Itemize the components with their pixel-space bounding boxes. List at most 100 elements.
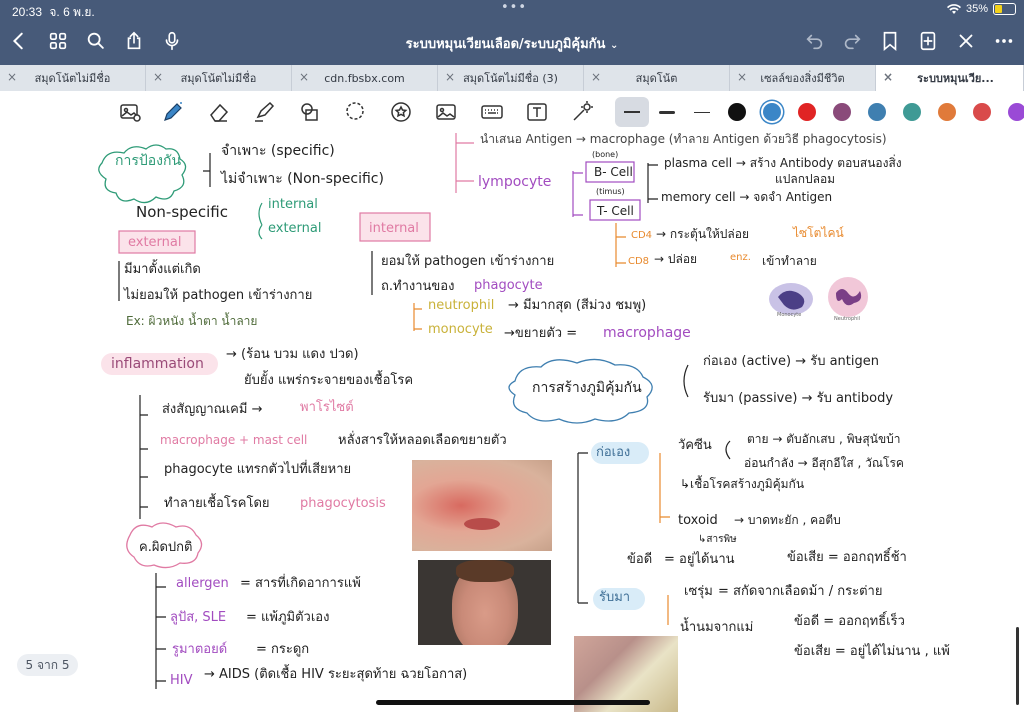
note-text: external [128,235,182,250]
note-text: allergen [176,576,229,591]
tab-close-icon[interactable]: × [737,70,747,84]
butterfly-rash-photo [418,560,551,645]
color-swatch-plum[interactable] [833,103,851,121]
tab-4[interactable]: × สมุดโน้ตไม่มีชื่อ (3) [438,65,584,91]
note-text: รูมาตอยด์ [172,642,228,657]
tab-bar: × สมุดโน้ตไม่มีชื่อ × สมุดโน้ตไม่มีชื่อ × c… [0,65,1024,91]
tab-5[interactable]: × สมุดโน้ต [584,65,730,91]
note-text: internal [268,197,318,212]
close-icon[interactable] [953,28,979,54]
pen-icon[interactable] [160,99,186,125]
note-text: ยอมให้ pathogen เข้าร่างกาย [381,254,555,269]
tab-2[interactable]: × สมุดโน้ตไม่มีชื่อ [146,65,292,91]
thick-line-button[interactable] [685,97,719,127]
image-icon[interactable] [433,99,459,125]
color-swatch-coral[interactable] [973,103,991,121]
sticker-icon[interactable] [388,99,414,125]
note-text: CD8 [628,256,650,267]
note-text: Ex: ผิวหนัง น้ำตา น้ำลาย [126,314,258,328]
medium-line-button[interactable] [650,97,684,127]
note-text: = สกัดจากเลือดม้า / กระต่าย [718,584,883,599]
more-icon[interactable] [991,28,1017,54]
battery-percent: 35% [965,3,988,15]
note-text: นำเสนอ Antigen → macrophage (ทำลาย Antig… [480,133,887,146]
note-text: monocyte [428,322,493,337]
note-text: อ่อนกำลัง → อีสุกอีใส , วัณโรค [744,456,904,470]
note-text: = อยู่ได้นาน [664,552,735,567]
keyboard-icon[interactable] [479,99,505,125]
note-text: เข้าทำลาย [762,254,817,268]
color-swatch-purple[interactable] [1008,103,1024,121]
note-canvas[interactable]: Monocyte Neutrophil การป้องกัน จำเพาะ (s… [0,133,1024,712]
note-text: รับมา [599,590,631,605]
note-text: B- Cell [594,165,633,179]
note-text: ยับยั้ง แพร่กระจายของเชื้อโรค [244,373,414,388]
document-title[interactable]: ระบบหมุนเวียนเลือด/ระบบภูมิคุ้มกัน ⌄ [0,33,1024,54]
monocyte-label: Monocyte [777,312,802,318]
top-bar: 20:33 จ. 6 พ.ย. ••• 35% ระบบหมุนเวียนเลื… [0,0,1024,65]
color-swatch-teal[interactable] [903,103,921,121]
tab-3[interactable]: × cdn.fbsbx.com [292,65,438,91]
tab-close-icon[interactable]: × [7,70,17,84]
undo-icon[interactable] [802,28,828,54]
note-text: = สารที่เกิดอาการแพ้ [240,576,361,591]
redo-icon[interactable] [839,28,865,54]
color-swatch-blue-selected[interactable] [763,103,781,121]
note-text: phagocyte แทรกตัวไปที่เสียหาย [164,462,352,477]
note-text: Non-specific [136,203,228,221]
lasso-image-icon[interactable] [117,99,143,125]
note-text: toxoid [678,513,718,528]
page-indicator[interactable]: 5 จาก 5 [17,654,78,676]
note-text: รับมา (passive) → รับ antibody [703,391,894,406]
chevron-down-icon: ⌄ [609,40,619,51]
rash-face-photo [412,460,552,551]
note-text: macrophage [603,325,691,341]
note-text: มีมาตั้งแต่เกิด [124,262,201,277]
tab-close-icon[interactable]: × [883,70,893,84]
eraser-icon[interactable] [206,99,232,125]
note-text: = กระดูก [256,642,310,657]
tab-active[interactable]: × ระบบหมุนเวีย... [876,65,1024,91]
note-text: = แพ้ภูมิตัวเอง [246,610,330,625]
shapes-icon[interactable] [297,99,323,125]
color-swatch-red[interactable] [798,103,816,121]
note-text: → (ร้อน บวม แดง ปวด) [226,347,359,362]
tab-close-icon[interactable]: × [299,70,309,84]
note-text: → บาดทะยัก , คอตีบ [734,513,841,527]
thin-line-button[interactable] [615,97,649,127]
add-page-icon[interactable] [915,28,941,54]
tab-close-icon[interactable]: × [153,70,163,84]
tab-1[interactable]: × สมุดโน้ตไม่มีชื่อ [0,65,146,91]
note-text: ก่อเอง [596,445,631,460]
note-text: ข้อเสีย = ออกฤทธิ์ช้า [787,550,907,565]
tab-6[interactable]: × เซลล์ของสิ่งมีชีวิต [730,65,876,91]
text-box-icon[interactable] [524,99,550,125]
color-swatch-black[interactable] [728,103,746,121]
status-right: 35% [946,3,1016,15]
neutrophil-label: Neutrophil [834,316,861,322]
tab-close-icon[interactable]: × [591,70,601,84]
color-swatch-steel-blue[interactable] [868,103,886,121]
note-text: ก่อเอง (active) → รับ antigen [703,354,879,369]
note-text: (timus) [596,187,625,196]
highlighter-icon[interactable] [251,99,277,125]
note-text: ถ.ทำงานของ [381,279,455,294]
battery-icon [993,3,1016,15]
note-text: → ปล่อย [654,252,698,266]
note-text: ไม่ยอมให้ pathogen เข้าร่างกาย [124,288,313,303]
note-text: external [268,221,322,236]
color-swatch-orange[interactable] [938,103,956,121]
note-text: แปลกปลอม [775,172,836,186]
bookmark-icon[interactable] [877,28,903,54]
laser-icon[interactable] [569,99,595,125]
note-text: วัคซีน [678,438,712,453]
note-text: macrophage + mast cell [160,433,308,447]
scroll-indicator[interactable] [1016,627,1019,705]
lasso-icon[interactable] [342,99,368,125]
tab-close-icon[interactable]: × [445,70,455,84]
home-indicator[interactable] [376,700,650,705]
note-text: น้ำนมจากแม่ [680,620,754,635]
multitask-dots[interactable]: ••• [501,0,527,15]
monocyte-illustration: Monocyte [766,281,816,321]
note-text: enz. [730,252,751,263]
